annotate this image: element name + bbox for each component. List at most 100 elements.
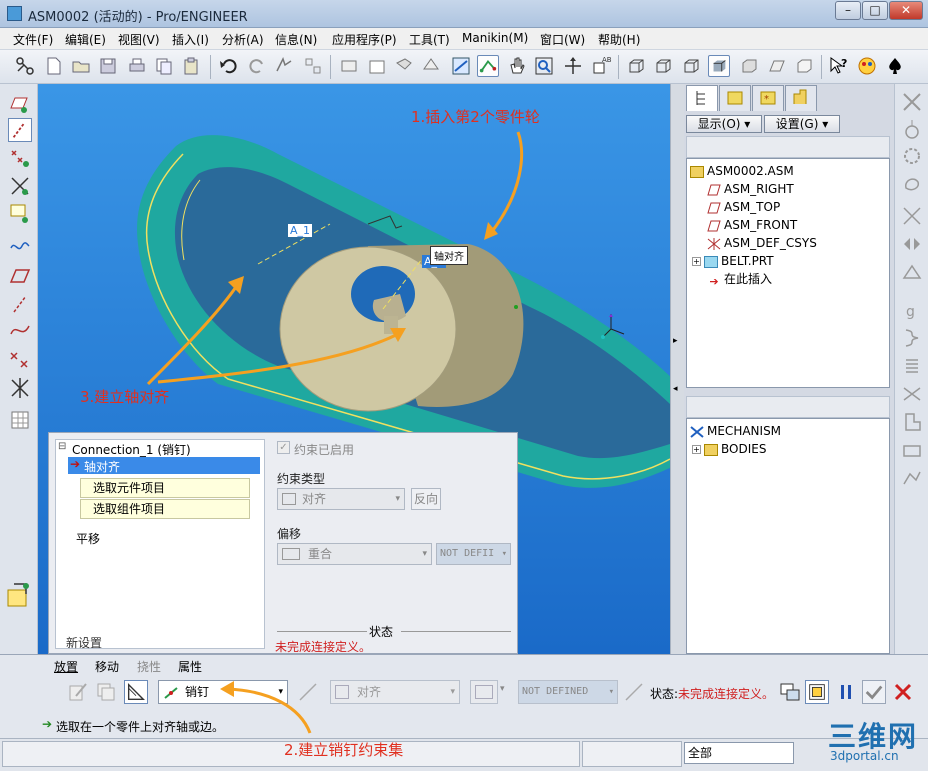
new-set-link[interactable]: 新设置 [66,634,102,651]
joint-icon[interactable] [900,204,924,228]
view-manager-icon[interactable] [393,55,415,77]
tree-item-belt[interactable]: + BELT.PRT [692,253,774,269]
tab-folder-browser[interactable] [719,85,751,111]
minimize-button[interactable]: – [835,1,861,20]
selection-filter[interactable]: 全部 [684,742,794,764]
zoom-icon[interactable] [533,55,555,77]
sketch-curve-icon[interactable] [8,234,32,258]
tree-item-asm-top[interactable]: ASM_TOP [707,199,780,215]
curve-tool-icon[interactable] [8,318,32,342]
collapse-right-icon[interactable]: ▸ [673,336,678,346]
menu-manikin[interactable]: Manikin(M) [462,31,528,45]
orient-icon[interactable] [420,55,442,77]
table-grid-icon[interactable] [8,408,32,432]
close-button[interactable]: ✕ [889,1,923,20]
settings-menu-button[interactable]: 设置(G) ▾ [764,115,840,133]
undo-icon[interactable] [218,55,240,77]
constraint-type-select[interactable]: 对齐 ▾ [277,488,405,510]
csys-eye-icon[interactable] [8,174,32,198]
point-tool-icon[interactable] [8,348,32,372]
constraint-enabled-checkbox[interactable]: ✓ [277,441,290,454]
copy-icon[interactable] [153,55,175,77]
connection-title[interactable]: Connection_1 (销钉) [72,441,191,458]
manikin-icon[interactable] [856,55,878,77]
tab-flexibility[interactable]: 挠性 [137,658,161,675]
repaint-icon[interactable] [366,55,388,77]
constraint-select[interactable]: 对齐 ▾ [330,680,460,704]
hidden-line-icon[interactable] [652,55,674,77]
edit-icon[interactable] [66,680,90,704]
datum-plane-eye-icon[interactable] [8,92,32,116]
tab-connections[interactable] [785,85,817,111]
print-icon[interactable] [126,55,148,77]
menu-help[interactable]: 帮助(H) [598,31,640,48]
menu-file[interactable]: 文件(F) [13,31,53,48]
axis-label-a1[interactable]: A_1 [288,224,313,237]
offset-type-select[interactable] [470,680,498,704]
shading-icon[interactable] [708,55,730,77]
tab-placement[interactable]: 放置 [54,658,78,675]
menu-tools[interactable]: 工具(T) [409,31,450,48]
menu-window[interactable]: 窗口(W) [540,31,585,48]
playback-icon[interactable] [900,410,924,434]
connection-tool-icon[interactable] [477,55,499,77]
tree-item-asm-front[interactable]: ASM_FRONT [707,217,797,233]
preview-icon[interactable] [778,680,802,704]
spade-icon[interactable] [884,55,906,77]
csys-tool-icon[interactable] [8,376,32,400]
new-file-icon[interactable] [43,55,65,77]
drag-hand-icon[interactable] [506,55,528,77]
expand-left-icon[interactable]: ◂ [673,384,678,394]
no-hidden-icon[interactable] [680,55,702,77]
spring-icon[interactable] [900,326,924,350]
check-model-icon[interactable] [805,680,829,704]
menu-edit[interactable]: 编辑(E) [65,31,106,48]
select-assembly-item[interactable]: 选取组件项目 [80,499,250,519]
tree-item-mechanism[interactable]: MECHANISM [690,423,781,439]
save-icon[interactable] [97,55,119,77]
offset-value-select[interactable]: NOT DEFINED ▾ [518,680,618,704]
datum-plane-icon[interactable] [8,264,32,288]
gear-icon[interactable] [900,144,924,168]
context-help-icon[interactable]: ? [828,55,850,77]
cam-icon[interactable] [900,172,924,196]
force-icon[interactable] [900,260,924,284]
wireframe-icon[interactable] [625,55,647,77]
tree-item-bodies[interactable]: + BODIES [692,441,766,457]
trace-curve-icon[interactable] [900,466,924,490]
flip-button[interactable]: 反向 [411,488,441,510]
layer-icon[interactable] [338,55,360,77]
show-menu-button[interactable]: 显示(O) ▾ [686,115,762,133]
open-folder-icon[interactable] [70,55,92,77]
saved-views-icon[interactable] [738,55,760,77]
flip-arrows-icon[interactable] [900,232,924,256]
tab-properties[interactable]: 属性 [178,658,202,675]
analysis-icon[interactable] [900,382,924,406]
collapse-icon[interactable]: ⊟ [58,441,66,452]
regenerate-icon[interactable] [273,55,295,77]
axis-tool-icon[interactable] [8,292,32,316]
panel-splitter[interactable]: ▸ ◂ [670,84,684,654]
datum-display-icon[interactable] [450,55,472,77]
redo-icon[interactable] [246,55,268,77]
tab-move[interactable]: 移动 [95,658,119,675]
select-component-item[interactable]: 选取元件项目 [80,478,250,498]
menu-view[interactable]: 视图(V) [118,31,160,48]
menu-insert[interactable]: 插入(I) [172,31,209,48]
tab-favorites[interactable]: * [752,85,784,111]
dashboard-icon[interactable] [4,580,34,610]
mechanism-icon[interactable] [14,55,36,77]
annotation-icon[interactable]: AB [590,55,612,77]
measure-icon[interactable] [900,438,924,462]
expand-icon[interactable]: + [692,257,701,266]
datum-plane-toggle-icon[interactable] [766,55,788,77]
user-defined-icon[interactable] [124,680,148,704]
separate-window-icon[interactable] [94,680,118,704]
offset-select[interactable]: 重合 ▾ [277,543,432,565]
confirm-check-icon[interactable] [862,680,886,704]
menu-info[interactable]: 信息(N) [275,31,317,48]
annotation-plane-icon[interactable] [8,202,32,226]
move-icon[interactable] [562,55,584,77]
axis-toggle-icon[interactable] [793,55,815,77]
flip-icon[interactable] [622,680,646,704]
